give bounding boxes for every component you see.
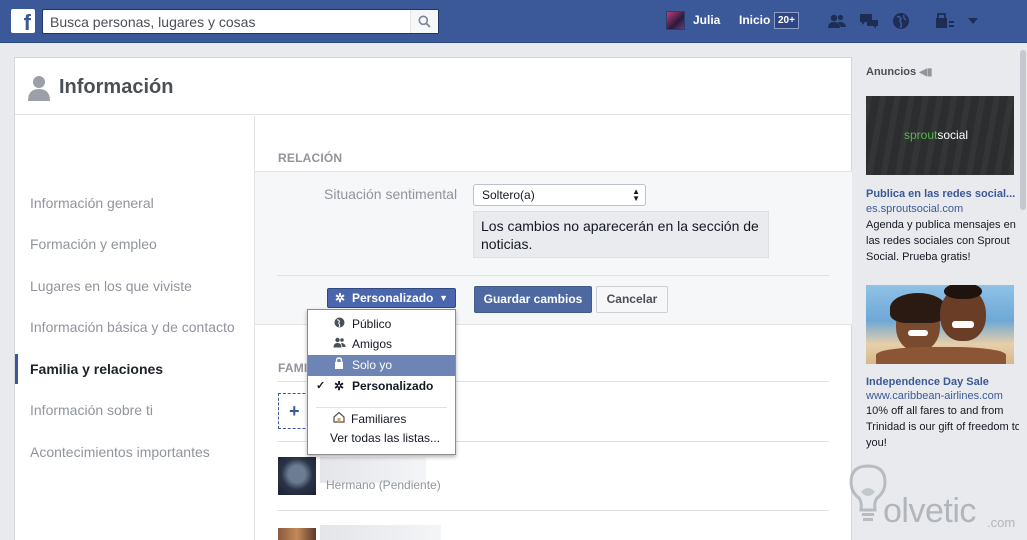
privacy-option-public[interactable]: Público [308,314,455,335]
lock-icon [332,355,346,376]
messages-icon[interactable] [858,11,880,31]
family-member-photo-2[interactable] [278,528,316,540]
sidebar-item-family[interactable]: Familia y relaciones [15,354,254,384]
relationship-status-label: Situación sentimental [324,186,458,202]
settings-menu-icon[interactable] [962,11,984,31]
select-arrows-icon: ▲ ▼ [632,187,640,203]
friends-icon [332,334,346,355]
search-box [42,9,439,34]
relationship-status-select[interactable]: Soltero(a) ▲ ▼ [473,184,646,206]
family-member-name-blurred-2 [320,525,441,540]
caret-down-icon: ▼ [439,293,448,303]
solvetic-watermark: olvetic .com [845,462,1021,532]
watermark-text: olvetic [883,492,976,530]
page-scrollbar-thumb[interactable] [1020,50,1026,210]
top-bar: f Julia Inicio 20+ [0,0,1027,43]
sidebar-item-general[interactable]: Información general [15,188,254,218]
privacy-option-only-me[interactable]: Solo yo [308,355,455,376]
family-member-photo[interactable] [278,457,316,495]
checkmark-icon: ✓ [316,380,326,392]
sidebar-item-education[interactable]: Formación y empleo [15,229,254,259]
privacy-list-family-label: Familiares [351,412,407,426]
search-button[interactable] [410,10,438,33]
privacy-option-friends-label: Amigos [352,337,393,351]
privacy-list-family[interactable]: Familiares [308,409,455,430]
gear-icon: ✲ [335,291,346,305]
see-all-lists-link[interactable]: Ver todas las listas... [308,428,455,449]
privacy-option-custom-label: Personalizado [352,379,434,393]
privacy-option-public-label: Público [352,317,392,331]
ad-text-caribbean: 10% off all fares to and from Trinidad i… [866,405,1021,449]
profile-link[interactable]: Julia [693,13,720,27]
news-feed-notice: Los cambios no aparecerán en la sección … [473,211,769,258]
privacy-dropdown-menu: Público Amigos Solo yo ✓ ✲ Personalizado… [307,309,456,455]
member-divider-2 [277,510,829,511]
sidebar-item-places[interactable]: Lugares en los que viviste [15,271,254,301]
ad-image-sproutsocial[interactable]: sproutsocial [866,96,1014,175]
sproutsocial-logo: sproutsocial [904,128,969,142]
sidebar-item-life-events[interactable]: Acontecimientos importantes [15,437,254,467]
ad-url-sproutsocial[interactable]: es.sproutsocial.com [866,203,963,215]
ad-text-sproutsocial: Agenda y publica mensajes en las redes s… [866,219,1016,263]
ad-url-caribbean[interactable]: www.caribbean-airlines.com [866,390,1003,402]
form-divider [277,275,829,276]
sidebar-item-contact[interactable]: Información básica y de contacto [15,312,254,342]
relationship-section-title: RELACIÓN [278,151,343,165]
ad-image-caribbean[interactable] [866,285,1014,364]
search-input[interactable] [43,10,408,33]
family-member-relation: Hermano (Pendiente) [326,478,441,492]
ad-title-caribbean[interactable]: Independence Day Sale [866,376,989,388]
ads-header-label: Anuncios [866,66,917,78]
privacy-shortcuts-icon[interactable] [934,11,956,31]
search-icon [418,15,431,28]
globe-icon [332,314,346,335]
family-section-title: FAMI [278,361,308,375]
home-link[interactable]: Inicio [739,13,770,27]
side-nav: Información general Formación y empleo L… [15,116,255,540]
gear-icon: ✲ [333,379,345,393]
card-header: Información [15,58,851,115]
relationship-status-value: Soltero(a) [482,188,535,202]
privacy-option-only-me-label: Solo yo [352,358,393,372]
notifications-globe-icon[interactable] [890,11,912,31]
privacy-selector-label: Personalizado [352,291,434,305]
page-title: Información [59,76,174,98]
privacy-option-friends[interactable]: Amigos [308,334,455,355]
ads-header: Anuncios ◀▮ [866,66,932,78]
user-avatar[interactable] [666,11,685,30]
megaphone-icon: ◀▮ [919,67,933,78]
home-badge: 20+ [774,12,799,29]
watermark-suffix: .com [987,515,1016,530]
house-icon [332,409,346,430]
dropdown-separator [316,407,447,408]
save-changes-button[interactable]: Guardar cambios [474,286,592,313]
privacy-selector-button[interactable]: ✲ Personalizado ▼ [327,288,456,308]
ad-title-sproutsocial[interactable]: Publica en las redes social... [866,188,1015,200]
facebook-logo[interactable]: f [11,9,35,33]
person-icon [28,76,50,101]
cancel-button[interactable]: Cancelar [596,286,668,313]
privacy-option-custom[interactable]: ✓ ✲ Personalizado [308,376,455,397]
friend-requests-icon[interactable] [826,11,848,31]
sidebar-item-about-you[interactable]: Información sobre ti [15,395,254,425]
